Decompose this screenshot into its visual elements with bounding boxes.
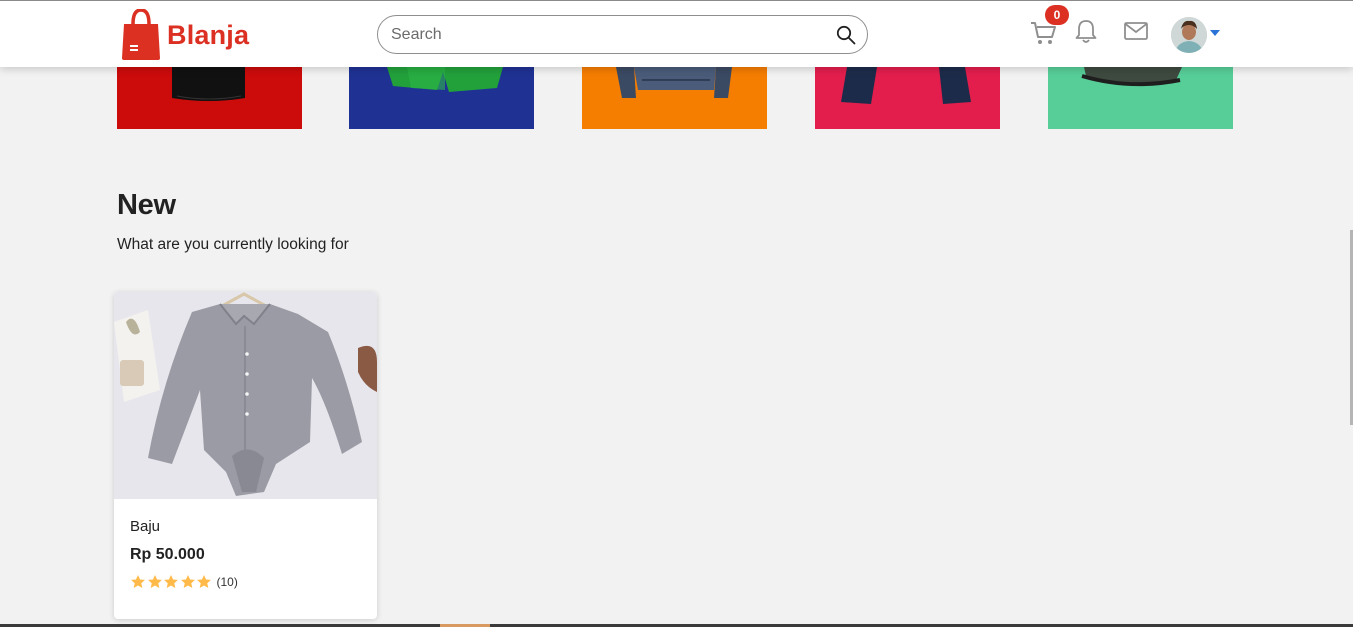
search-icon[interactable] [836, 25, 856, 45]
search-bar [377, 15, 868, 54]
navbar: Blanja 0 [0, 0, 1353, 67]
bell-icon[interactable] [1075, 18, 1097, 44]
user-avatar[interactable] [1171, 17, 1207, 53]
cart-count-badge: 0 [1045, 5, 1069, 25]
brand-logo-link[interactable]: Blanja [122, 9, 249, 61]
star-icon [180, 575, 195, 588]
rating-count: (10) [216, 575, 238, 589]
product-image [114, 292, 377, 499]
product-price: Rp 50.000 [130, 546, 205, 563]
avatar-photo [1171, 17, 1207, 53]
section-title: New [117, 189, 176, 221]
star-icon [197, 575, 211, 588]
star-icon [131, 575, 145, 588]
mail-icon[interactable] [1124, 22, 1148, 40]
page: Blanja 0 [0, 0, 1353, 627]
search-input[interactable] [391, 25, 811, 44]
product-rating: (10) [130, 574, 238, 590]
star-icon [164, 575, 178, 588]
section-subtitle: What are you currently looking for [117, 236, 349, 253]
product-name: Baju [130, 518, 161, 535]
brand-name: Blanja [167, 19, 250, 50]
shopping-bag-logo-icon [122, 9, 160, 60]
star-icon [147, 575, 162, 588]
product-card[interactable]: Baju Rp 50.000 (10) [114, 292, 377, 619]
caret-down-icon[interactable] [1210, 30, 1220, 36]
